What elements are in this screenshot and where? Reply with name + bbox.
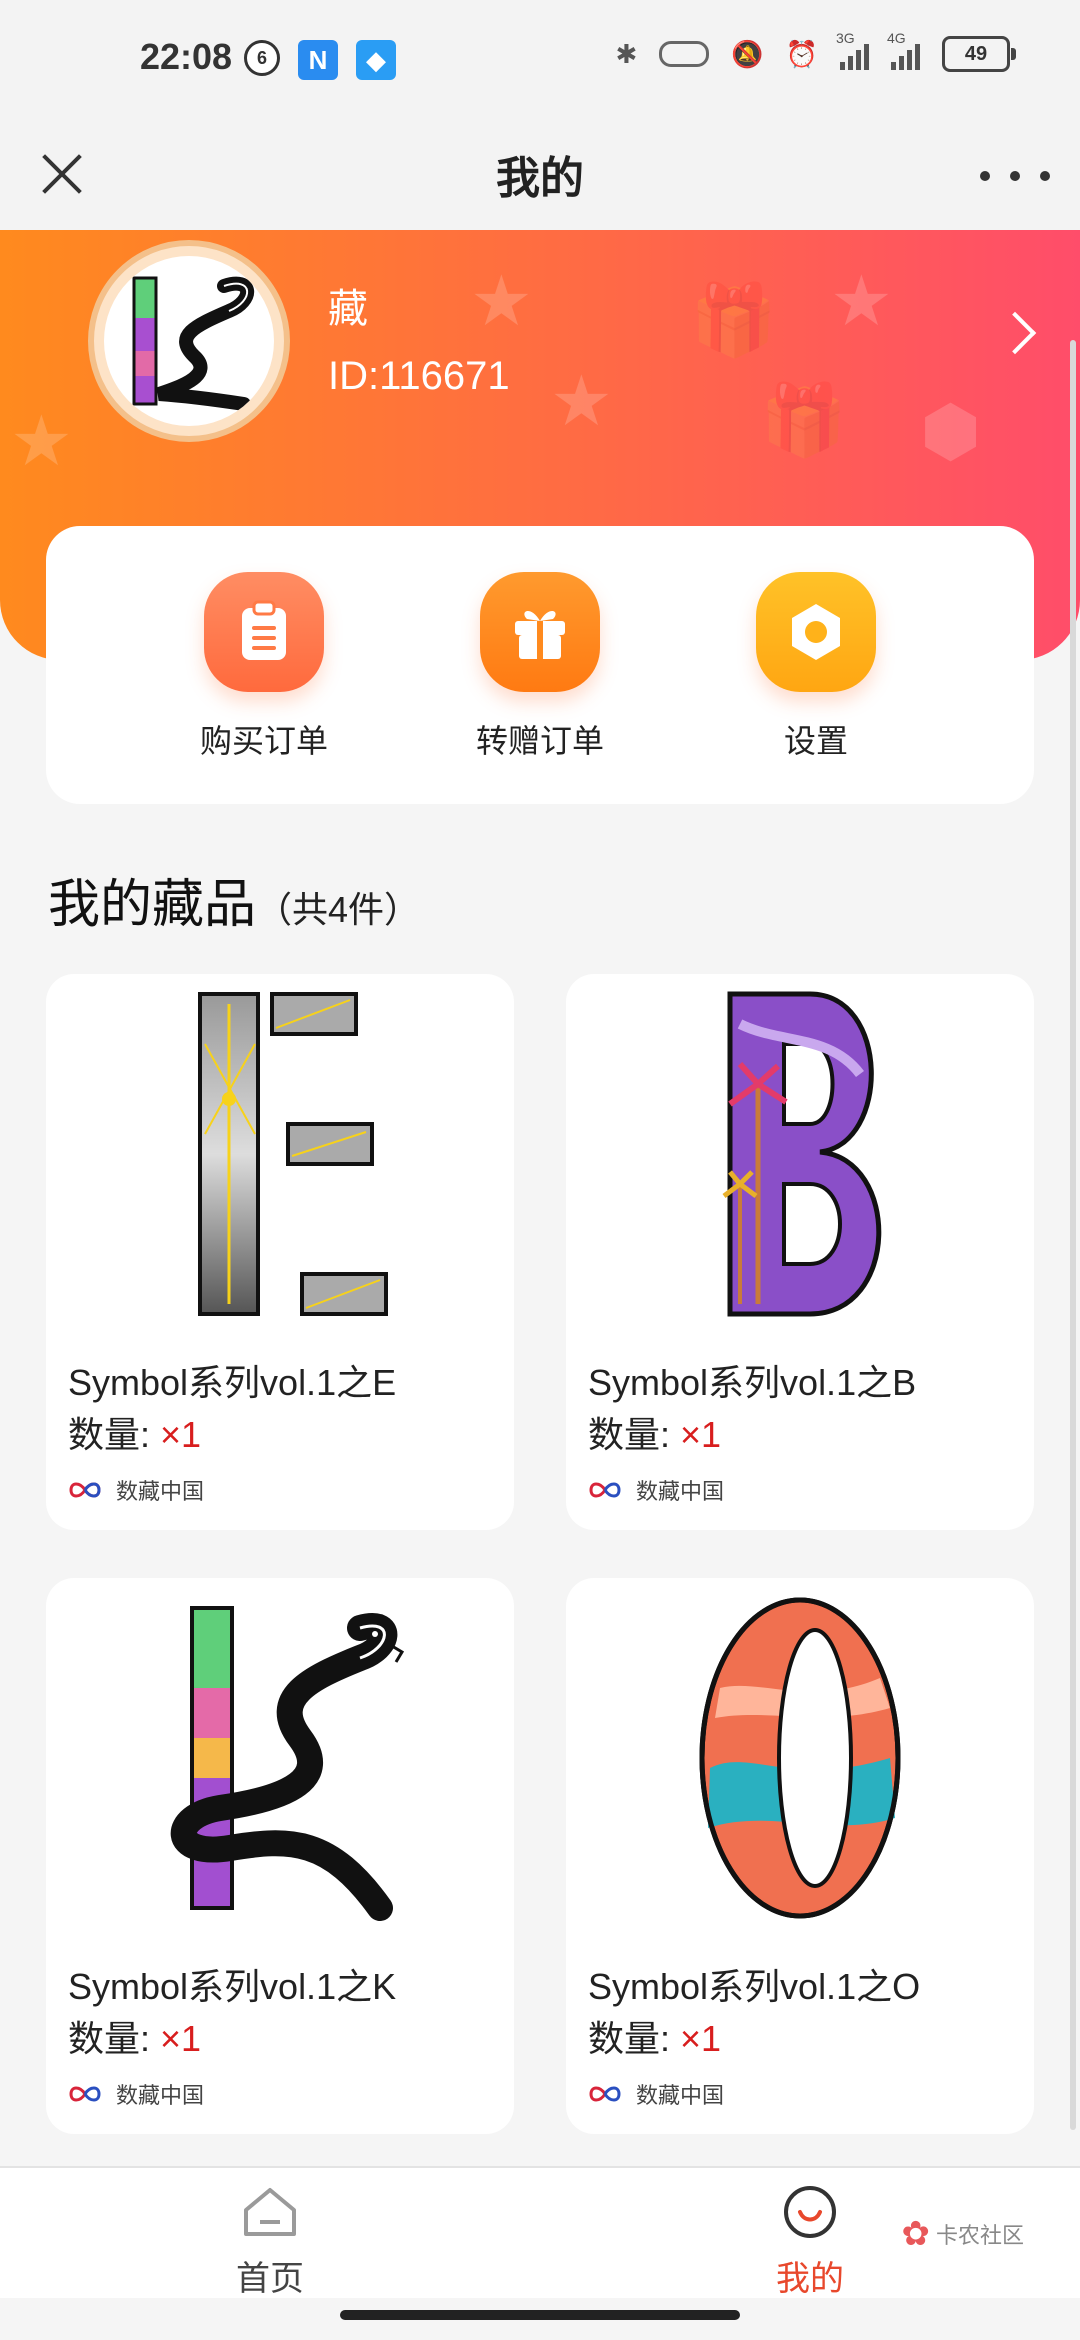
avatar[interactable] [88,240,290,442]
gift-icon [480,572,600,692]
gift-orders-button[interactable]: 转赠订单 [440,572,640,762]
letter-b-artwork [566,974,1034,1334]
system-icons: ✱ 🔕 ⏰ 3G 4G 49 [615,30,1016,72]
settings-label: 设置 [783,723,848,759]
app-notification-icon: 6 [244,40,280,76]
purchase-orders-button[interactable]: 购买订单 [164,572,364,762]
card-quantity: 数量: ×1 [68,1414,202,1455]
infinity-icon [69,1482,101,1498]
card-title: Symbol系列vol.1之O [588,1966,921,2007]
nav-mine-label: 我的 [776,2260,844,2298]
letter-o-artwork [566,1578,1034,1938]
home-icon [244,2188,296,2236]
letter-e-artwork [46,974,514,1334]
infinity-icon [589,1482,621,1498]
nav-home-label: 首页 [236,2260,304,2298]
gift-orders-label: 转赠订单 [475,723,604,759]
star-decoration: ★ [470,262,533,340]
infinity-icon [69,2086,101,2102]
user-id: ID:116671 [328,354,510,398]
card-quantity: 数量: ×1 [588,2018,722,2059]
star-decoration: ★ [550,362,613,440]
leaf-app-icon: ◆ [356,40,396,80]
title-bar: 我的 [0,120,1080,230]
card-title: Symbol系列vol.1之K [68,1966,397,2007]
user-name: 藏 [328,287,368,331]
alarm-icon: ⏰ [785,38,818,69]
signal-3g-icon: 3G [836,30,869,70]
hex-nut-icon [756,572,876,692]
n-app-icon: N [298,40,338,80]
star-decoration: ★ [830,262,893,340]
nav-mine[interactable]: 我的 [740,2184,880,2300]
status-bar: 22:08 6 N ◆ ✱ 🔕 ⏰ 3G 4G 49 [0,0,1080,120]
flower-logo-icon: ✿ [901,2215,930,2253]
collection-card-e[interactable]: Symbol系列vol.1之E 数量: ×1 数藏中国 [46,974,514,1530]
notification-icons: 6 N ◆ [244,40,396,80]
card-quantity: 数量: ×1 [68,2018,202,2059]
battery-icon: 49 [942,36,1016,72]
infinity-icon [589,2086,621,2102]
collection-heading: 我的藏品（共4件） [48,862,420,937]
vpn-icon [659,41,710,67]
card-brand: 数藏中国 [68,2078,204,2110]
collection-card-o[interactable]: Symbol系列vol.1之O 数量: ×1 数藏中国 [566,1578,1034,2134]
purchase-orders-label: 购买订单 [199,723,328,759]
status-time: 22:08 [140,36,233,77]
card-brand: 数藏中国 [588,2078,724,2110]
nav-home[interactable]: 首页 [200,2184,340,2300]
collection-card-k[interactable]: Symbol系列vol.1之K 数量: ×1 数藏中国 [46,1578,514,2134]
gift-decoration: 🎁 [760,381,848,459]
quick-actions-card: 购买订单 转赠订单 设置 [46,526,1034,804]
hex-decoration: ⬢ [920,392,982,470]
settings-button[interactable]: 设置 [716,572,916,762]
bluetooth-icon: ✱ [615,38,638,69]
mute-icon: 🔕 [731,38,764,69]
card-brand: 数藏中国 [68,1474,204,1506]
smile-icon [784,2186,836,2238]
gift-decoration: 🎁 [690,281,778,359]
watermark: ✿ 卡农社区 [901,2215,1024,2253]
collection-card-b[interactable]: Symbol系列vol.1之B 数量: ×1 数藏中国 [566,974,1034,1530]
card-brand: 数藏中国 [588,1474,724,1506]
bottom-navigation: 首页 我的 ✿ 卡农社区 [0,2166,1080,2298]
card-title: Symbol系列vol.1之B [588,1362,917,1403]
home-indicator[interactable] [340,2310,740,2320]
scrollbar[interactable] [1070,340,1076,2130]
signal-4g-icon: 4G [887,30,920,70]
clipboard-icon [204,572,324,692]
page-title: 我的 [496,154,584,203]
avatar-k-snake-image [132,276,255,411]
collection-title: 我的藏品 [48,876,257,934]
star-decoration: ★ [10,402,73,480]
collection-count: （共4件） [256,889,421,930]
more-options-icon[interactable] [980,148,1050,204]
chevron-right-icon[interactable] [993,311,1037,355]
card-quantity: 数量: ×1 [588,1414,722,1455]
card-title: Symbol系列vol.1之E [68,1362,397,1403]
letter-k-artwork [46,1578,514,1938]
